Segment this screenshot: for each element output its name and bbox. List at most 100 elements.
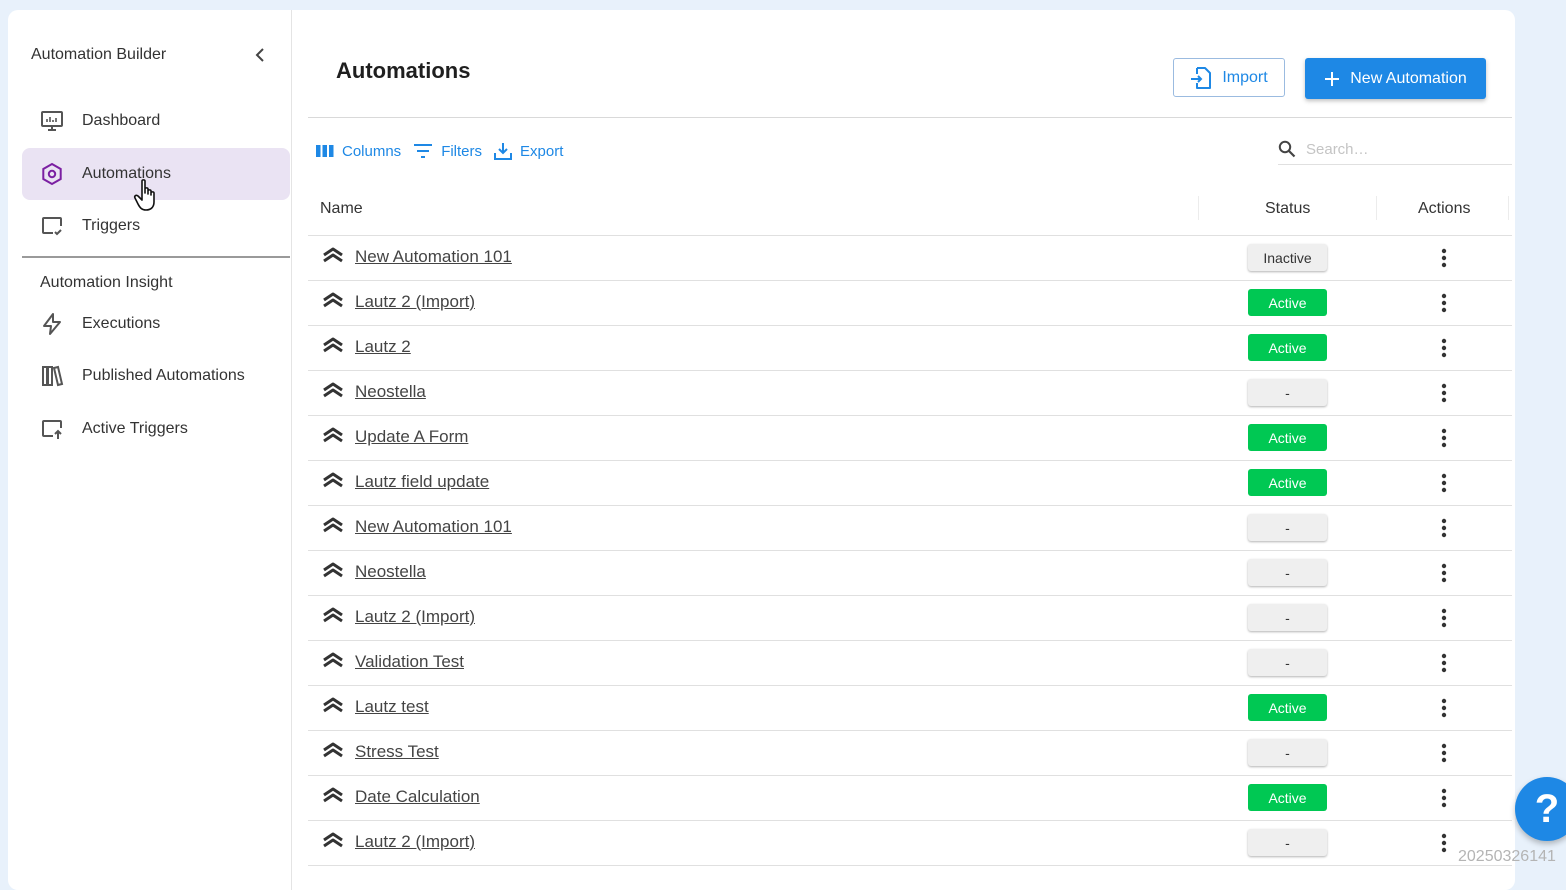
double-chevron-up-icon xyxy=(323,742,343,758)
automation-name-link[interactable]: Neostella xyxy=(355,382,426,402)
sidebar-item-executions[interactable]: Executions xyxy=(22,298,290,350)
automation-name-link[interactable]: Stress Test xyxy=(355,742,439,762)
row-actions-button[interactable] xyxy=(1434,786,1454,810)
automation-name-link[interactable]: Lautz field update xyxy=(355,472,489,492)
row-actions-button[interactable] xyxy=(1434,336,1454,360)
table-row[interactable]: New Automation 101 - xyxy=(308,506,1512,551)
status-badge: - xyxy=(1248,514,1327,541)
sidebar-section-title: Automation Insight xyxy=(40,274,173,291)
table-row[interactable]: Lautz 2 (Import) - xyxy=(308,596,1512,641)
automation-name-link[interactable]: Lautz 2 xyxy=(355,337,411,357)
column-header-status[interactable]: Status xyxy=(1265,182,1310,235)
row-actions-button[interactable] xyxy=(1434,291,1454,315)
more-vertical-icon xyxy=(1441,293,1447,313)
columns-button[interactable]: Columns xyxy=(316,143,401,160)
automation-name-link[interactable]: Lautz 2 (Import) xyxy=(355,832,475,852)
search-box xyxy=(1278,134,1512,165)
dashboard-icon xyxy=(40,109,64,133)
column-separator[interactable] xyxy=(1376,196,1377,220)
table-row[interactable]: Stress Test - xyxy=(308,731,1512,776)
plus-icon xyxy=(1325,71,1340,86)
automation-name-link[interactable]: Lautz test xyxy=(355,697,429,717)
sidebar-item-published-automations[interactable]: Published Automations xyxy=(22,350,290,402)
table-row[interactable]: Date Calculation Active xyxy=(308,776,1512,821)
automation-name-link[interactable]: Neostella xyxy=(355,562,426,582)
column-header-actions[interactable]: Actions xyxy=(1418,182,1470,235)
column-header-name[interactable]: Name xyxy=(320,182,363,235)
status-cell: Active xyxy=(1248,424,1327,452)
table-row[interactable]: Lautz 2 (Import) - xyxy=(308,821,1512,866)
more-vertical-icon xyxy=(1441,383,1447,403)
active-trigger-icon xyxy=(40,417,64,441)
table-row[interactable]: Neostella - xyxy=(308,371,1512,416)
double-chevron-up-icon xyxy=(323,517,343,533)
gear-icon xyxy=(40,162,64,186)
double-chevron-up-icon xyxy=(323,697,343,713)
status-cell: - xyxy=(1248,604,1327,632)
double-chevron-up-icon xyxy=(323,247,343,263)
import-icon xyxy=(1191,66,1212,89)
row-actions-button[interactable] xyxy=(1434,741,1454,765)
column-separator[interactable] xyxy=(1198,196,1199,220)
double-chevron-up-icon xyxy=(323,832,343,848)
status-badge: Active xyxy=(1248,784,1327,811)
status-cell: - xyxy=(1248,514,1327,542)
sidebar-item-active-triggers[interactable]: Active Triggers xyxy=(22,403,290,455)
table-row[interactable]: New Automation 101 Inactive xyxy=(308,236,1512,281)
automation-name-link[interactable]: Lautz 2 (Import) xyxy=(355,292,475,312)
main-content: Automations Import New Automation Column… xyxy=(308,10,1512,890)
table-row[interactable]: Lautz 2 (Import) Active xyxy=(308,281,1512,326)
status-badge: Active xyxy=(1248,334,1327,361)
collapse-sidebar-button[interactable] xyxy=(249,44,271,66)
status-cell: Active xyxy=(1248,289,1327,317)
sidebar-item-label: Triggers xyxy=(82,217,141,234)
table-body: New Automation 101 Inactive Lautz 2 (Impor… xyxy=(308,236,1512,866)
table-row[interactable]: Lautz field update Active xyxy=(308,461,1512,506)
row-actions-button[interactable] xyxy=(1434,696,1454,720)
status-cell: Active xyxy=(1248,694,1327,722)
export-button[interactable]: Export xyxy=(494,142,563,160)
double-chevron-up-icon xyxy=(323,427,343,443)
automation-name-link[interactable]: New Automation 101 xyxy=(355,247,512,267)
search-input[interactable] xyxy=(1304,139,1498,159)
bolt-icon xyxy=(40,312,64,336)
table-row[interactable]: Neostella - xyxy=(308,551,1512,596)
column-separator[interactable] xyxy=(1508,196,1509,220)
row-actions-button[interactable] xyxy=(1434,651,1454,675)
row-actions-button[interactable] xyxy=(1434,471,1454,495)
row-actions-button[interactable] xyxy=(1434,561,1454,585)
double-chevron-up-icon xyxy=(323,337,343,353)
table-row[interactable]: Update A Form Active xyxy=(308,416,1512,461)
columns-label: Columns xyxy=(342,142,402,160)
table-row[interactable]: Lautz 2 Active xyxy=(308,326,1512,371)
table-row[interactable]: Validation Test - xyxy=(308,641,1512,686)
sidebar-item-dashboard[interactable]: Dashboard xyxy=(22,95,290,147)
sidebar-item-label: Executions xyxy=(82,315,161,332)
status-badge: Active xyxy=(1248,424,1327,451)
status-badge: Inactive xyxy=(1248,244,1327,271)
new-automation-label: New Automation xyxy=(1350,69,1467,87)
status-badge: - xyxy=(1248,604,1327,631)
import-button[interactable]: Import xyxy=(1173,58,1285,97)
row-actions-button[interactable] xyxy=(1434,381,1454,405)
filters-button[interactable]: Filters xyxy=(413,143,482,160)
row-actions-button[interactable] xyxy=(1434,516,1454,540)
new-automation-button[interactable]: New Automation xyxy=(1305,58,1486,99)
sidebar-item-label: Published Automations xyxy=(82,367,245,384)
row-actions-button[interactable] xyxy=(1434,426,1454,450)
page-title: Automations xyxy=(336,58,471,83)
automation-name-link[interactable]: Date Calculation xyxy=(355,787,480,807)
table-row[interactable]: Lautz test Active xyxy=(308,686,1512,731)
row-actions-button[interactable] xyxy=(1434,831,1454,855)
row-actions-button[interactable] xyxy=(1434,606,1454,630)
grid-toolbar: Columns Filters Export xyxy=(316,142,563,160)
row-actions-button[interactable] xyxy=(1434,246,1454,270)
download-icon xyxy=(494,143,513,160)
automation-name-link[interactable]: Validation Test xyxy=(355,652,464,672)
automation-name-link[interactable]: Lautz 2 (Import) xyxy=(355,607,475,627)
more-vertical-icon xyxy=(1441,653,1447,673)
status-badge: - xyxy=(1248,649,1327,676)
help-button[interactable]: ? xyxy=(1515,777,1566,841)
automation-name-link[interactable]: New Automation 101 xyxy=(355,517,512,537)
automation-name-link[interactable]: Update A Form xyxy=(355,427,468,447)
